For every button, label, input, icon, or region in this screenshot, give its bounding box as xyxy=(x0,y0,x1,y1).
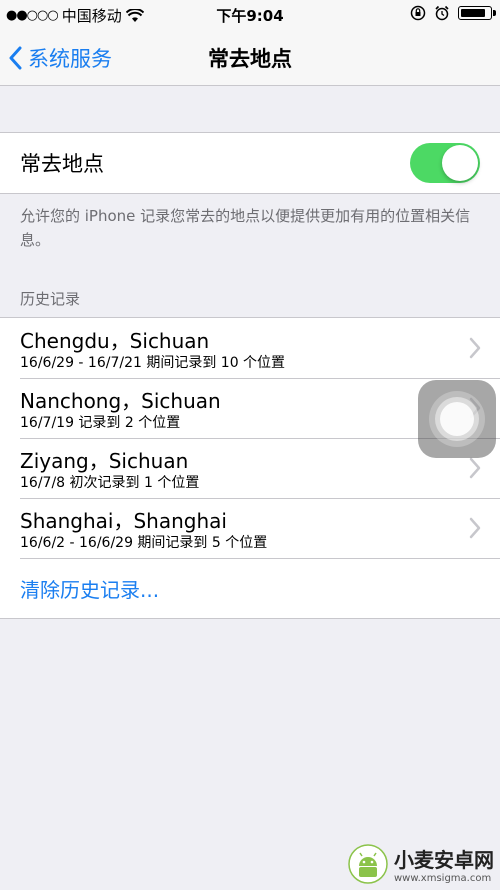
android-logo-icon xyxy=(348,844,388,884)
watermark: 小麦安卓网 www.xmsigma.com xyxy=(348,844,494,884)
history-section-header: 历史记录 xyxy=(20,290,81,308)
history-detail: 16/7/8 初次记录到 1 个位置 xyxy=(20,475,200,491)
history-detail: 16/6/2 - 16/6/29 期间记录到 5 个位置 xyxy=(20,535,268,551)
history-item-shanghai[interactable]: Shanghai，Shanghai 16/6/2 - 16/6/29 期间记录到… xyxy=(0,498,500,558)
battery-icon xyxy=(458,6,496,20)
toggle-group: 常去地点 xyxy=(0,132,500,194)
chevron-right-icon xyxy=(469,337,481,359)
switch-knob xyxy=(442,145,478,181)
history-detail: 16/6/29 - 16/7/21 期间记录到 10 个位置 xyxy=(20,355,286,371)
history-place: Shanghai，Shanghai xyxy=(20,509,227,533)
assistive-touch-button[interactable] xyxy=(418,380,496,458)
history-detail: 16/7/19 记录到 2 个位置 xyxy=(20,415,181,431)
clear-history-button[interactable]: 清除历史记录... xyxy=(0,558,500,618)
navigation-bar: 系统服务 常去地点 xyxy=(0,30,500,86)
history-place: Chengdu，Sichuan xyxy=(20,329,210,353)
history-place: Nanchong，Sichuan xyxy=(20,389,221,413)
frequent-locations-switch[interactable] xyxy=(410,143,480,183)
frequent-locations-row: 常去地点 xyxy=(0,133,500,193)
watermark-name: 小麦安卓网 xyxy=(394,848,494,872)
rotation-lock-icon xyxy=(410,5,426,21)
history-group: Chengdu，Sichuan 16/6/29 - 16/7/21 期间记录到 … xyxy=(0,317,500,619)
watermark-url: www.xmsigma.com xyxy=(394,873,492,884)
chevron-right-icon xyxy=(469,517,481,539)
history-place: Ziyang，Sichuan xyxy=(20,449,189,473)
chevron-right-icon xyxy=(469,457,481,479)
status-bar: ●●○○○ 中国移动 下午9:04 xyxy=(0,0,500,30)
alarm-icon xyxy=(435,5,449,21)
toggle-footnote: 允许您的 iPhone 记录您常去的地点以便提供更加有用的位置相关信息。 xyxy=(20,207,471,249)
history-item-chengdu[interactable]: Chengdu，Sichuan 16/6/29 - 16/7/21 期间记录到 … xyxy=(0,318,500,378)
status-right xyxy=(410,5,496,21)
page-title: 常去地点 xyxy=(208,47,292,71)
clear-history-label: 清除历史记录... xyxy=(20,578,160,602)
frequent-locations-label: 常去地点 xyxy=(20,152,104,176)
